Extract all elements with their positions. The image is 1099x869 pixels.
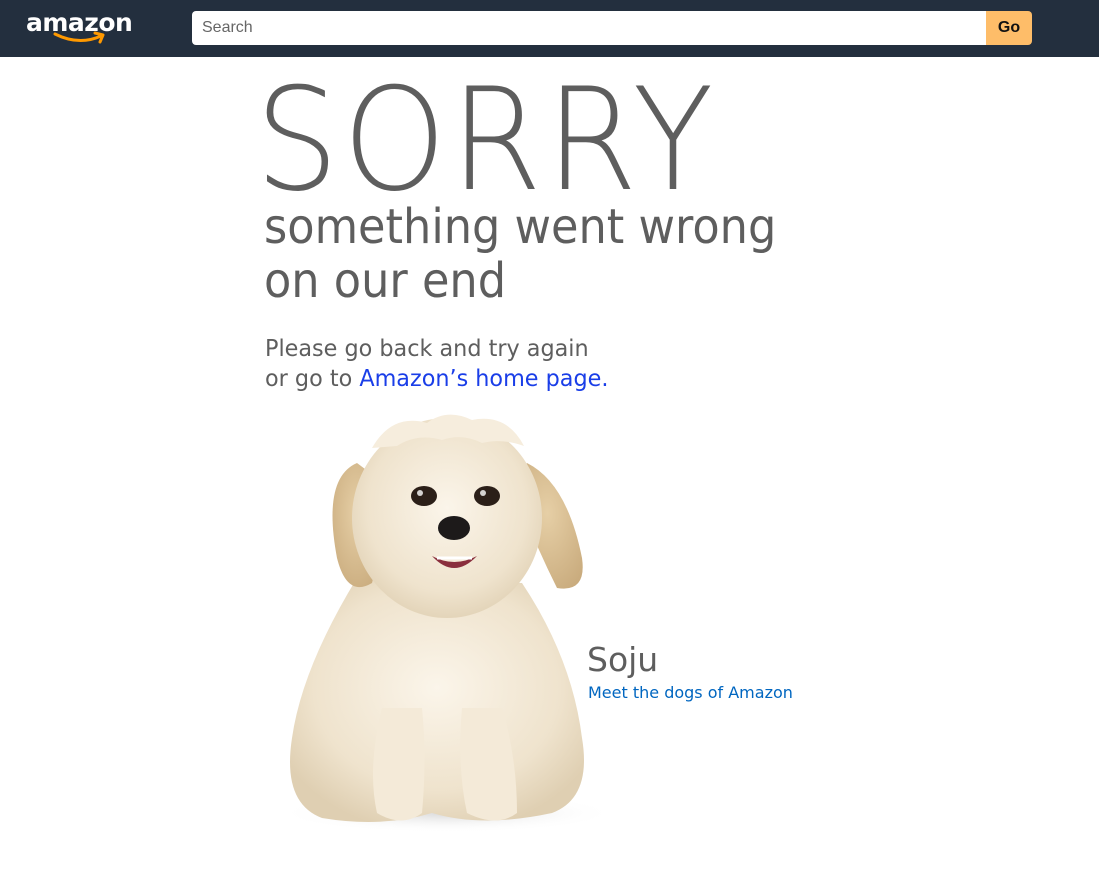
subheading-line-1: something went wrong — [264, 199, 777, 255]
subheading-line-2: on our end — [264, 253, 507, 309]
error-subheading: something went wrong on our end — [264, 200, 776, 308]
message-prefix: or go to — [265, 366, 360, 392]
message-line-2: or go to Amazon’s home page. — [265, 364, 608, 394]
amazon-logo[interactable]: amazon — [26, 8, 133, 48]
dogs-of-amazon-link[interactable]: Meet the dogs of Amazon — [588, 682, 793, 704]
top-navigation-bar: amazon Go — [0, 0, 1099, 57]
home-page-link[interactable]: Amazon’s home page. — [359, 366, 608, 392]
message-line-1: Please go back and try again — [265, 336, 589, 362]
error-message: Please go back and try again or go to Am… — [265, 334, 608, 394]
dog-name: Soju — [587, 640, 659, 679]
go-button[interactable]: Go — [986, 11, 1032, 45]
dog-photo — [277, 414, 617, 833]
search-bar: Go — [192, 11, 1032, 45]
sorry-headline: SORRY — [255, 58, 718, 223]
search-input[interactable] — [192, 11, 986, 45]
smile-arrow-icon — [53, 31, 105, 44]
